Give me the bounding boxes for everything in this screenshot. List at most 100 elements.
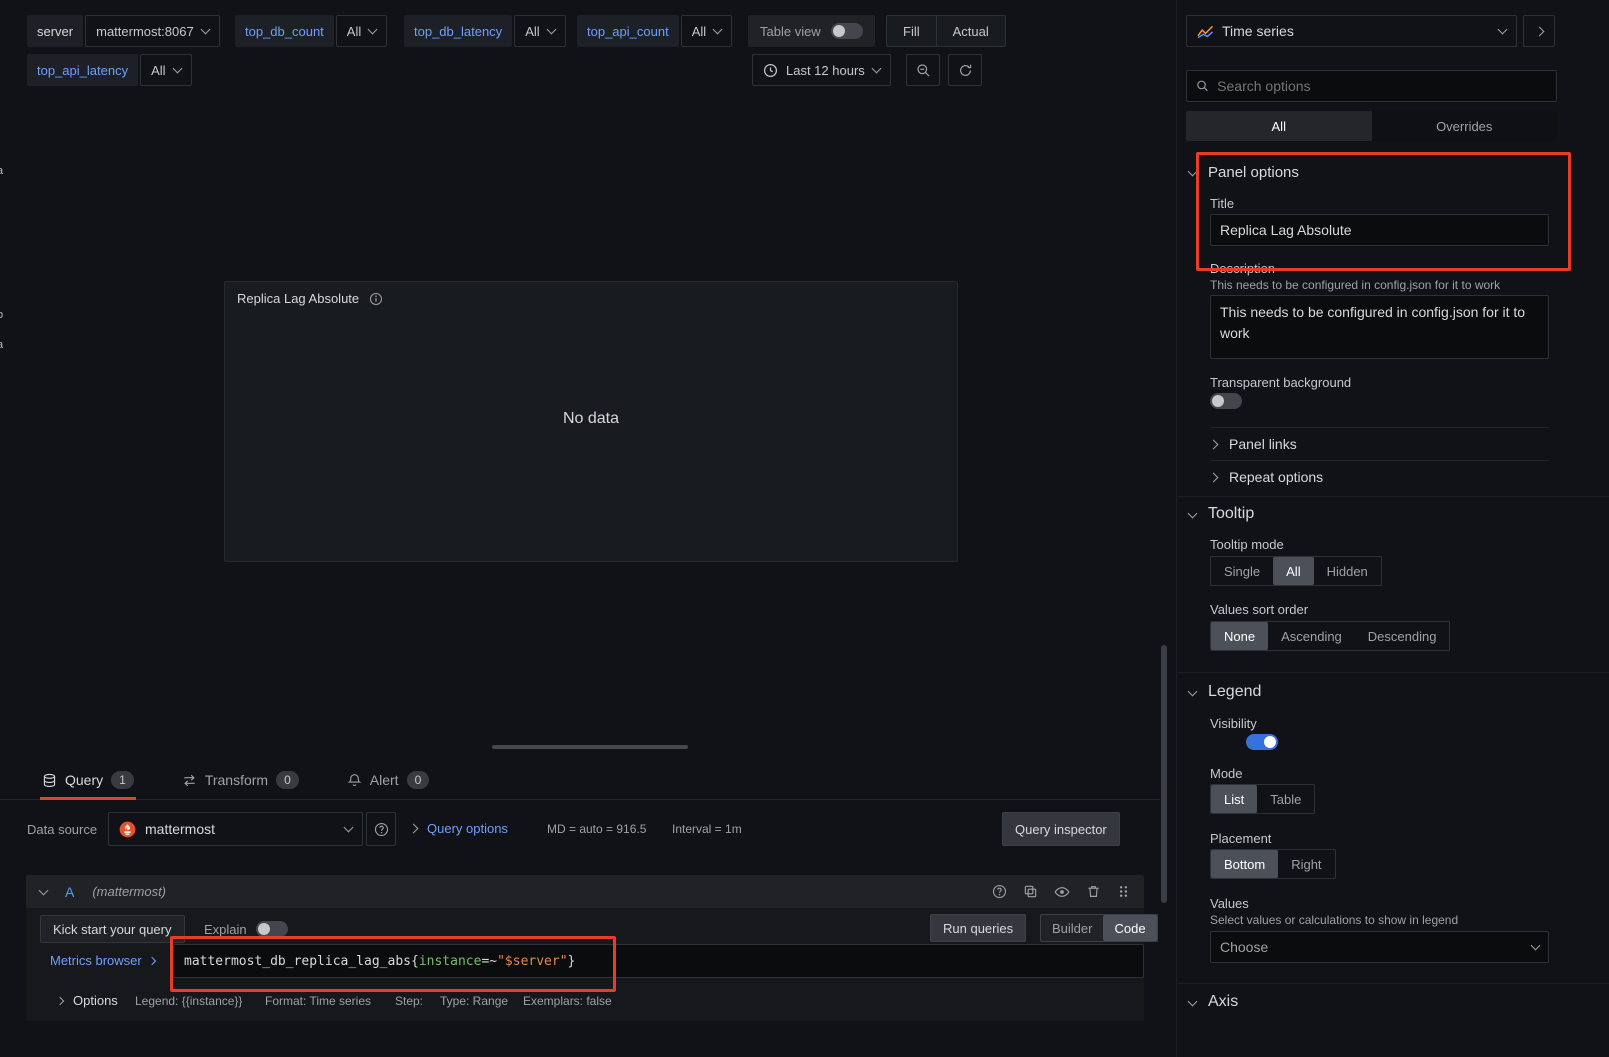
builder-button[interactable]: Builder [1041, 915, 1103, 941]
option-right[interactable]: Right [1278, 850, 1334, 878]
option-all[interactable]: All [1273, 557, 1313, 585]
info-icon[interactable] [369, 292, 383, 306]
actual-button[interactable]: Actual [937, 16, 1005, 46]
datasource-picker[interactable]: mattermost [108, 812, 363, 846]
search-input[interactable] [1217, 72, 1547, 100]
panel-options-section-header[interactable]: Panel options [1189, 164, 1299, 181]
main-scrollbar[interactable] [1161, 645, 1167, 903]
variable-label[interactable]: top_api_count [577, 15, 679, 47]
transform-icon [182, 773, 197, 788]
legend-values-label: Values [1210, 896, 1249, 911]
eye-icon[interactable] [1054, 884, 1070, 900]
chevron-right-icon [1534, 26, 1544, 36]
panel-header[interactable]: Replica Lag Absolute [225, 282, 957, 315]
panel-description-textarea[interactable]: This needs to be configured in config.js… [1210, 295, 1549, 359]
metrics-browser-link[interactable]: Metrics browser [50, 953, 155, 968]
resize-handle[interactable] [492, 745, 688, 749]
section-divider [1177, 496, 1609, 497]
run-queries-button[interactable]: Run queries [930, 914, 1026, 942]
query-row-actions [992, 884, 1130, 900]
legend-values-select[interactable]: Choose [1210, 931, 1549, 963]
promql-metric: mattermost_db_replica_lag_abs{ [184, 954, 419, 969]
chevron-down-icon [1188, 508, 1198, 518]
variable-label[interactable]: top_db_count [235, 15, 334, 47]
refresh-button[interactable] [948, 54, 982, 86]
panel-title-input[interactable] [1210, 214, 1549, 246]
datasource-help-button[interactable] [366, 812, 396, 846]
description-field-label: Description [1210, 261, 1275, 276]
option-none[interactable]: None [1211, 622, 1268, 650]
variable-value-dropdown[interactable]: All [140, 54, 191, 86]
tab-overrides[interactable]: Overrides [1372, 111, 1558, 141]
query-options-row[interactable]: Options [57, 993, 118, 1008]
collapse-query-icon[interactable] [39, 886, 49, 896]
variable-value-dropdown[interactable]: All [514, 15, 565, 47]
option-single[interactable]: Single [1211, 557, 1273, 585]
transparent-background-toggle[interactable] [1210, 393, 1242, 409]
query-row-header[interactable]: A (mattermost) [26, 875, 1144, 908]
axis-section-header[interactable]: Axis [1189, 993, 1238, 1011]
legend-visibility-toggle[interactable] [1246, 734, 1278, 750]
variable-server: server mattermost:8067 [27, 15, 220, 47]
toggle-knob [833, 25, 845, 37]
variable-value: mattermost:8067 [96, 24, 194, 39]
options-label: Options [73, 993, 118, 1008]
code-button[interactable]: Code [1103, 915, 1156, 941]
help-circle-icon [374, 822, 389, 837]
tab-badge: 0 [276, 771, 299, 789]
variable-top-api-latency: top_api_latency All [27, 54, 192, 86]
variable-value-dropdown[interactable]: All [336, 15, 387, 47]
legend-section-header[interactable]: Legend [1189, 683, 1261, 701]
chevron-down-icon [1188, 686, 1198, 696]
tab-label: Query [65, 772, 103, 788]
explain-toggle[interactable] [256, 921, 288, 937]
variable-label[interactable]: top_db_latency [404, 15, 512, 47]
fill-button[interactable]: Fill [887, 16, 937, 46]
kick-start-query-button[interactable]: Kick start your query [40, 915, 185, 943]
tab-alert[interactable]: Alert 0 [345, 763, 431, 799]
chevron-down-icon [172, 64, 182, 74]
repeat-options-collapsible[interactable]: Repeat options [1210, 460, 1549, 493]
edge-letter: a [0, 330, 3, 360]
trash-icon[interactable] [1086, 884, 1101, 899]
variable-value-dropdown[interactable]: All [681, 15, 732, 47]
option-list[interactable]: List [1211, 785, 1257, 813]
help-circle-icon[interactable] [992, 884, 1007, 899]
tab-transform[interactable]: Transform 0 [180, 763, 301, 799]
time-range-picker[interactable]: Last 12 hours [752, 54, 891, 86]
option-ascending[interactable]: Ascending [1268, 622, 1355, 650]
tab-all[interactable]: All [1186, 111, 1372, 141]
chevron-down-icon [1188, 996, 1198, 1006]
table-view-toggle[interactable] [831, 23, 863, 39]
variable-value: All [151, 63, 165, 78]
variable-value: All [347, 24, 361, 39]
chevron-down-icon [1498, 25, 1508, 35]
duplicate-icon[interactable] [1023, 884, 1038, 899]
left-edge-artifact: l a [0, 146, 3, 180]
variable-label[interactable]: top_api_latency [27, 54, 138, 86]
promql-query-text: mattermost_db_replica_lag_abs{instance=~… [184, 954, 575, 969]
options-search[interactable] [1186, 70, 1557, 102]
chevron-right-icon [148, 956, 156, 964]
promql-query-input[interactable]: mattermost_db_replica_lag_abs{instance=~… [173, 944, 1144, 978]
chevron-right-icon [56, 996, 64, 1004]
option-descending[interactable]: Descending [1355, 622, 1450, 650]
tooltip-mode-label: Tooltip mode [1210, 537, 1284, 552]
visualization-picker[interactable]: Time series [1186, 15, 1517, 47]
zoom-out-time-button[interactable] [906, 54, 940, 86]
tab-query[interactable]: Query 1 [40, 763, 136, 799]
tab-badge: 0 [407, 771, 430, 789]
query-ref-id[interactable]: A [65, 884, 74, 900]
tooltip-section-header[interactable]: Tooltip [1189, 505, 1254, 523]
query-options-toggle[interactable]: Query options [410, 821, 508, 836]
option-table[interactable]: Table [1257, 785, 1314, 813]
option-bottom[interactable]: Bottom [1211, 850, 1278, 878]
panel-links-collapsible[interactable]: Panel links [1210, 427, 1549, 460]
chevron-down-icon [368, 25, 378, 35]
drag-handle-icon[interactable] [1117, 884, 1130, 899]
variable-value-dropdown[interactable]: mattermost:8067 [85, 15, 220, 47]
variable-top-db-latency: top_db_latency All [404, 15, 566, 47]
collapse-sidebar-button[interactable] [1523, 15, 1555, 47]
option-hidden[interactable]: Hidden [1314, 557, 1381, 585]
query-inspector-button[interactable]: Query inspector [1002, 812, 1120, 846]
